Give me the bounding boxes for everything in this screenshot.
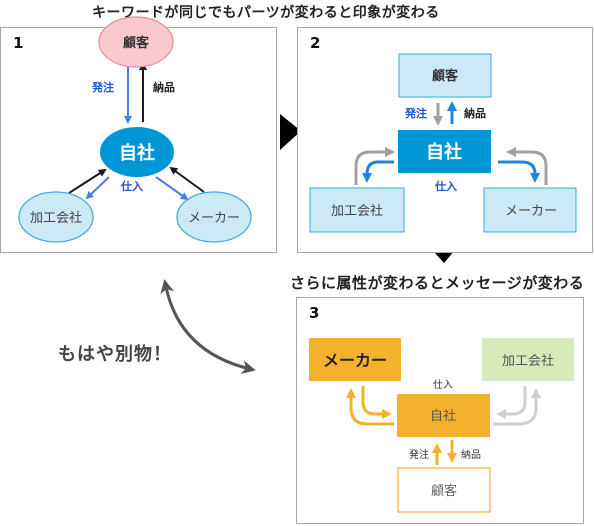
processor-label: 加工会社: [502, 353, 554, 369]
panel-3: 3 メーカー 加工会社 自社 顧客 仕入 発注 納品: [296, 297, 584, 524]
side-label: もはや別物！: [58, 344, 172, 365]
purchase-label: 仕入: [120, 179, 143, 193]
delivery-label: 納品: [153, 80, 175, 94]
company-to-maker-arrow: [498, 160, 540, 183]
panel-2: 2 顧客 自社 加工会社 メーカー 発注 納品 仕入: [297, 27, 593, 253]
order-label: 発注: [404, 106, 427, 120]
customer-label: 顧客: [432, 68, 459, 84]
purchase-label: 仕入: [434, 179, 457, 193]
processor-label: 加工会社: [30, 210, 82, 226]
maker-label: メーカー: [505, 204, 557, 219]
maker-to-company-arrow: [506, 147, 548, 185]
panel-3-diagram: メーカー 加工会社 自社 顧客 仕入 発注 納品: [309, 338, 574, 513]
customer-label: 顧客: [123, 35, 150, 51]
panel-2-diagram: 顧客 自社 加工会社 メーカー 発注 納品 仕入: [309, 53, 577, 233]
customer-label: 顧客: [431, 483, 457, 499]
maker-to-company-arrow: [169, 166, 205, 193]
delivery-label: 納品: [464, 106, 486, 120]
double-curved-arrow: [160, 279, 256, 374]
panel-1-diagram: 顧客 自社 加工会社 メーカー 発注 納品 仕入: [18, 16, 252, 243]
processor-label: 加工会社: [331, 203, 383, 219]
maker-label: メーカー: [188, 211, 240, 226]
company-label: 自社: [426, 141, 462, 163]
company-label: 自社: [430, 408, 456, 424]
order-label: 発注: [91, 80, 114, 94]
company-to-processor-arrow: [362, 160, 394, 183]
purchase-label: 仕入: [433, 378, 453, 391]
company-label: 自社: [119, 142, 155, 164]
maker-to-company-arrow: [361, 386, 392, 419]
panel-1: 1 顧客 自社 加工会社 メーカー 発注 納品 仕入: [0, 16, 277, 253]
company-to-maker-arrow: [155, 176, 189, 201]
company-to-processor-arrow: [493, 388, 541, 426]
processor-to-company-arrow: [68, 168, 107, 194]
order-label: 発注: [409, 448, 429, 461]
processor-to-company-arrow: [354, 147, 395, 185]
heading-middle: さらに属性が変わるとメッセージが変わる: [290, 274, 585, 292]
processor-to-company-arrow: [496, 386, 527, 419]
company-to-maker-arrow: [346, 388, 394, 426]
maker-label: メーカー: [323, 351, 387, 370]
delivery-label: 納品: [461, 448, 481, 461]
